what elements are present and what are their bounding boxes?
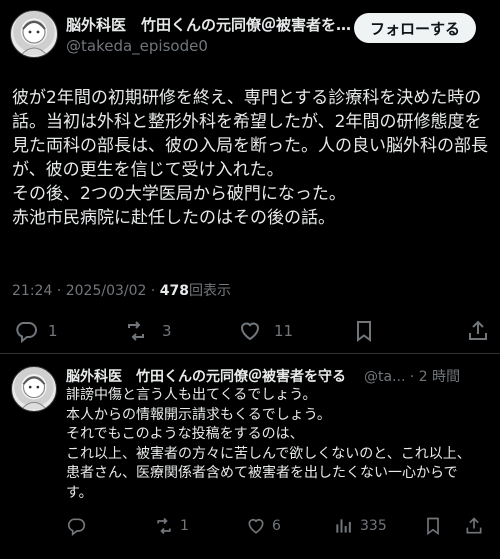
meta-separator: · [56,283,62,299]
tweet-line: 彼が2年間の初期研修を終え、専門とする診療科を決めた時の [12,88,482,108]
reply-share-button[interactable] [464,513,484,539]
tweet-time[interactable]: 21:24 [12,283,52,299]
tweet-actions: 1 3 11 [0,315,500,347]
share-icon [466,517,482,534]
reply-line: 誹謗中傷と言う人も出てくるでしょう。 [66,387,317,403]
reply-author-name[interactable]: 脳外科医 竹田くんの元同僚＠被害者を守る [66,366,346,386]
tweet-line: その後、2つの大学医局から破門になった。 [12,184,346,204]
reply-icon [16,322,37,343]
reply-handle-time[interactable]: @ta... · 2 時間 [364,366,460,386]
tweet-date[interactable]: 2025/03/02 [66,283,147,299]
tweet-body: 彼が2年間の初期研修を終え、専門とする診療科を決めた時の 話。当初は外科と整形外… [12,86,498,230]
author-avatar[interactable] [10,10,58,58]
tweet-line: 話。当初は外科と整形外科を希望したが、2年間の研修態度を [12,112,482,132]
reply-views-button[interactable]: 335 [334,513,387,539]
divider [0,353,500,354]
reply-line: 患者さん、医療関係者含めて被害者を出したくない一心からで [66,465,458,481]
reply-line: それでもこのような投稿をするのは、 [66,426,304,442]
reply-like-button[interactable]: 6 [246,513,281,539]
views-count: 478 [159,283,190,299]
heart-icon [240,322,260,341]
bookmark-icon [357,321,371,342]
reply-line: これ以上、被害者の方々に苦しんで欲しくないのと、これ以上、 [66,445,471,462]
bookmark-button[interactable] [352,315,376,347]
author-name[interactable]: 脳外科医 竹田くんの元同僚＠被害者を… [66,14,351,35]
reply-like-count: 6 [272,518,281,534]
retweet-icon [128,321,144,341]
retweet-count: 3 [162,322,172,340]
like-button[interactable]: 11 [238,315,293,347]
reply-body: 誹謗中傷と言う人も出てくるでしょう。 本人からの情報開示請求もくるでしょう。 そ… [66,386,496,503]
retweet-button[interactable]: 3 [124,315,172,347]
reply-author-avatar[interactable] [11,366,57,412]
tweet-line: 赤池市民病院に赴任したのはその後の話。 [12,208,335,228]
follow-button[interactable]: フォローする [354,13,476,43]
avatar-illustration-icon [20,20,48,56]
reply-count: 1 [48,322,58,340]
reply-button[interactable]: 1 [14,315,58,347]
reply-icon [67,518,86,536]
share-icon [469,320,487,340]
reply-line: す。 [66,484,93,501]
reply-views-count: 335 [360,518,387,534]
reply-retweet-count: 1 [180,518,189,534]
avatar-illustration-icon [21,375,47,410]
tweet-line: が、彼の更生を信じて受け入れた。 [12,160,284,180]
share-button[interactable] [466,315,490,347]
tweet-meta: 21:24 · 2025/03/02 · 478回表示 [12,280,231,300]
views-label: 回表示 [189,283,232,299]
reply-bookmark-button[interactable] [423,513,443,539]
meta-separator: · [150,283,156,299]
bookmark-icon [427,517,439,536]
author-handle[interactable]: @takeda_episode0 [66,37,208,55]
analytics-icon [336,519,351,533]
reply-line: 本人からの情報開示請求もくるでしょう。 [66,406,331,423]
heart-icon [248,518,264,534]
tweet-line: 見た両科の部長は、彼の入局を断った。人の良い脳外科の部長 [12,136,488,156]
retweet-icon [157,517,171,535]
reply-actions: 1 6 335 [0,513,500,539]
reply-retweet-button[interactable]: 1 [154,513,189,539]
like-count: 11 [274,322,294,340]
reply-reply-button[interactable] [66,513,94,539]
